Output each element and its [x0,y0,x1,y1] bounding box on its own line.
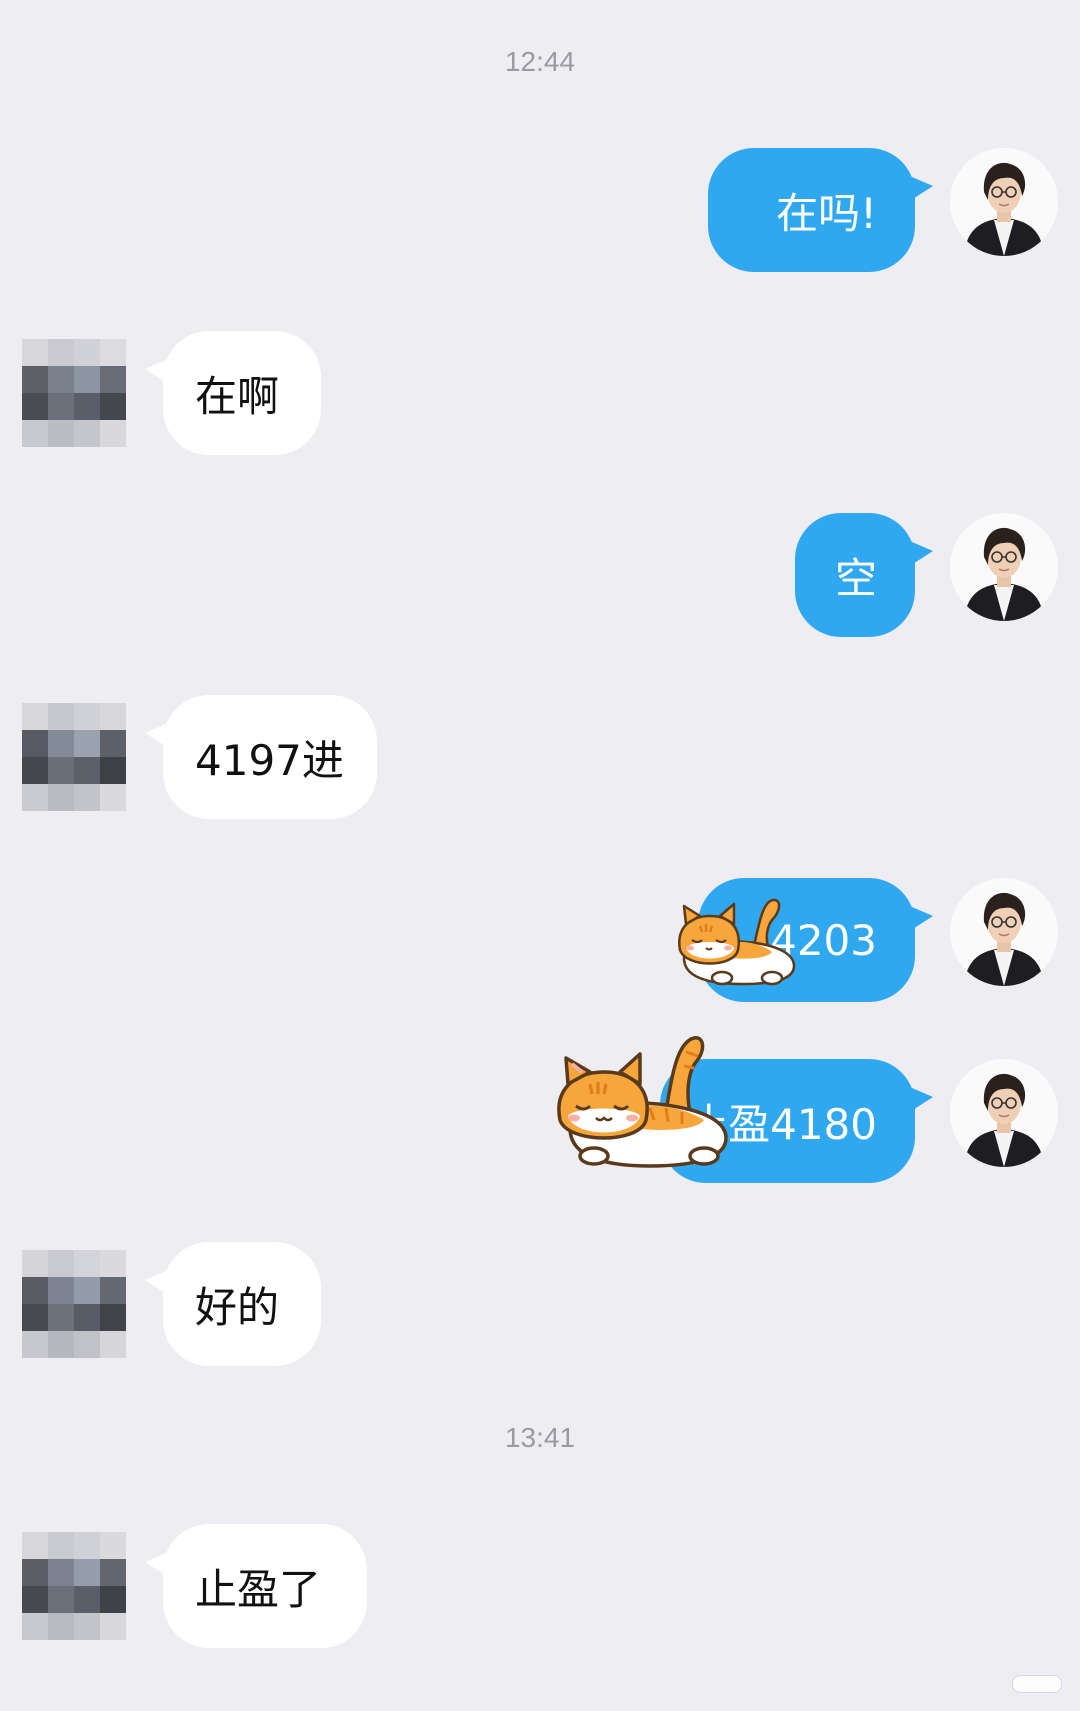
timestamp: 13:41 [504,1422,576,1453]
received-message-bubble[interactable]: 好的 [145,1242,321,1366]
message-row-sent: 4203 [0,878,1080,1002]
bubble-tail [905,174,933,204]
contact-avatar-pixelated[interactable] [22,1532,126,1640]
message-text: 在啊 [195,371,280,421]
sent-message-bubble[interactable]: 在吗! [708,148,933,272]
bubble-tail [905,904,933,934]
sleeping-cat-sticker[interactable] [676,888,800,990]
message-row-received: 4197进 [0,695,1080,819]
woman-portrait-icon [950,148,1058,256]
bubble-tail [905,539,933,569]
bubble-tail [145,357,173,387]
timestamp: 12:44 [504,46,576,77]
received-message-bubble[interactable]: 在啊 [145,331,321,455]
message-text: 止盈了 [195,1564,322,1614]
woman-portrait-icon [950,1059,1058,1167]
message-row-received: 好的 [0,1242,1080,1366]
self-avatar[interactable] [950,1059,1058,1167]
scroll-indicator[interactable] [1012,1675,1062,1693]
contact-avatar-pixelated[interactable] [22,1250,126,1358]
bubble-tail [145,721,173,751]
bubble-tail [145,1550,173,1580]
bubble-tail [145,1268,173,1298]
message-row-received: 在啊 [0,331,1080,455]
bubble-tail [905,1085,933,1115]
woman-portrait-icon [950,878,1058,986]
message-row-sent: 空 [0,513,1080,637]
sleeping-cat-icon [678,898,796,986]
message-row-received: 止盈了 [0,1524,1080,1648]
self-avatar[interactable] [950,513,1058,621]
contact-avatar-pixelated[interactable] [22,339,126,447]
sleeping-cat-icon [557,1036,728,1168]
message-text: 在吗! [776,188,877,238]
message-text: 4197进 [195,735,344,785]
received-message-bubble[interactable]: 4197进 [145,695,377,819]
sent-message-bubble[interactable]: 空 [795,513,933,637]
contact-avatar-pixelated[interactable] [22,703,126,811]
woman-portrait-icon [950,513,1058,621]
self-avatar[interactable] [950,148,1058,256]
message-row-sent: 止盈4180 [0,1059,1080,1183]
message-text: 好的 [195,1282,280,1332]
received-message-bubble[interactable]: 止盈了 [145,1524,367,1648]
message-row-sent: 在吗! [0,148,1080,272]
self-avatar[interactable] [950,878,1058,986]
sleeping-cat-sticker[interactable] [554,1032,738,1176]
message-text: 空 [834,553,877,603]
